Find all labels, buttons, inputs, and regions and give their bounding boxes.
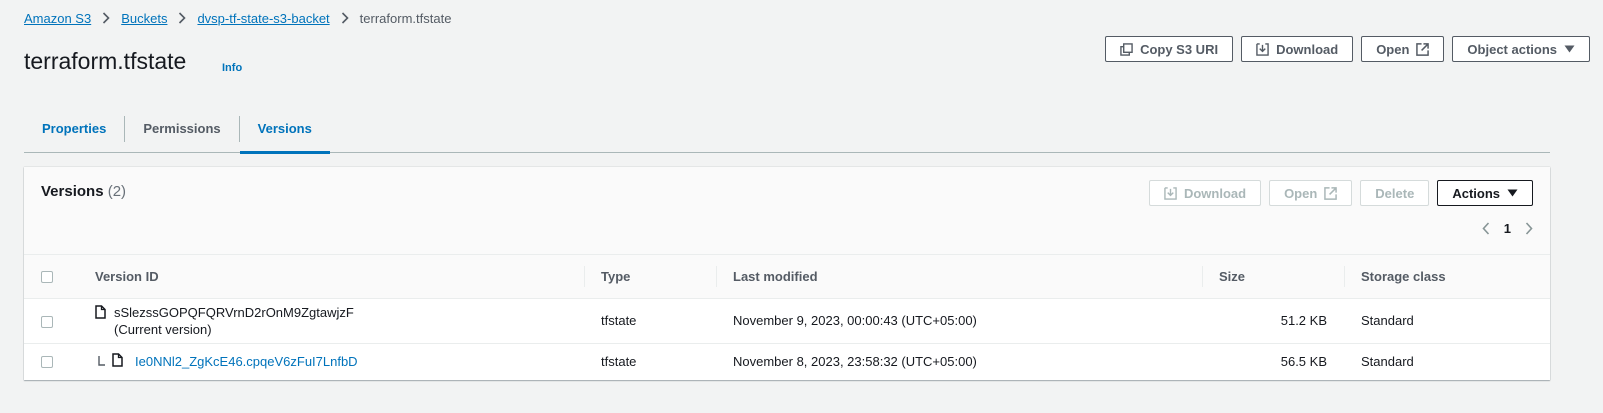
chevron-right-icon	[341, 12, 349, 24]
row-select-cell	[24, 298, 78, 344]
type-cell: tfstate	[601, 353, 637, 369]
storage-class-cell: Standard	[1361, 353, 1414, 369]
download-button[interactable]: Download	[1241, 36, 1354, 62]
object-actions-button[interactable]: Object actions	[1452, 36, 1590, 62]
page-title: terraform.tfstate	[24, 48, 187, 74]
column-last-modified[interactable]: Last modified	[716, 255, 1202, 299]
version-delete-button[interactable]: Delete	[1360, 180, 1430, 206]
object-actions-label: Object actions	[1467, 41, 1557, 57]
external-link-icon	[1324, 186, 1338, 200]
download-icon	[1256, 42, 1269, 56]
version-id-group: Ie0NNl2_ZgKcE46.cpqeV6zFuI7LnfbD	[95, 353, 567, 370]
breadcrumb: Amazon S3 Buckets dvsp-tf-state-s3-backe…	[24, 10, 451, 26]
version-actions-label: Actions	[1452, 185, 1500, 201]
version-download-label: Download	[1183, 185, 1247, 201]
version-delete-label: Delete	[1375, 185, 1415, 201]
versions-title: Versions (2)	[41, 183, 126, 200]
last-modified-cell: November 8, 2023, 23:58:32 (UTC+05:00)	[733, 353, 977, 369]
tab-properties[interactable]: Properties	[24, 105, 124, 152]
file-icon	[95, 304, 106, 322]
version-id-cell: sSlezssGOPQFQRVrnD2rOnM9ZgtawjzF (Curren…	[78, 298, 584, 344]
version-actions-button[interactable]: Actions	[1437, 180, 1533, 206]
version-id-link[interactable]: Ie0NNl2_ZgKcE46.cpqeV6zFuI7LnfbD	[135, 354, 358, 369]
column-type[interactable]: Type	[584, 255, 716, 299]
header-actions: Copy S3 URI Download Open Object actions	[1105, 36, 1590, 62]
table-row[interactable]: Ie0NNl2_ZgKcE46.cpqeV6zFuI7LnfbD tfstate…	[24, 343, 1550, 379]
open-label: Open	[1376, 41, 1410, 57]
page-number[interactable]: 1	[1504, 221, 1511, 236]
current-version-note: (Current version)	[114, 321, 212, 337]
info-link[interactable]: Info	[222, 62, 242, 74]
row-checkbox[interactable]	[41, 356, 53, 369]
chevron-right-icon	[178, 12, 187, 24]
table-row[interactable]: sSlezssGOPQFQRVrnD2rOnM9ZgtawjzF (Curren…	[24, 298, 1550, 344]
select-all-cell	[24, 255, 78, 299]
tab-bar: Properties Permissions Versions	[24, 105, 1550, 154]
copy-s3-uri-button[interactable]: Copy S3 URI	[1105, 36, 1234, 62]
breadcrumb-buckets[interactable]: Buckets	[121, 11, 167, 26]
versions-panel-header: Versions (2) Download Open Delete Action…	[24, 167, 1550, 255]
caret-down-icon	[1507, 189, 1518, 197]
tree-branch-icon	[98, 354, 106, 369]
last-modified-cell: November 9, 2023, 00:00:43 (UTC+05:00)	[716, 298, 1202, 344]
versions-title-text: Versions	[41, 183, 104, 200]
size-cell: 56.5 KB	[1280, 353, 1327, 369]
tab-versions[interactable]: Versions	[239, 105, 331, 154]
type-cell: tfstate	[584, 298, 716, 344]
column-version-id[interactable]: Version ID	[78, 255, 584, 299]
copy-icon	[1120, 42, 1133, 56]
version-id-group: sSlezssGOPQFQRVrnD2rOnM9ZgtawjzF (Curren…	[95, 304, 567, 338]
row-checkbox[interactable]	[41, 315, 53, 328]
open-button[interactable]: Open	[1361, 36, 1445, 62]
download-icon	[1164, 186, 1177, 200]
chevron-right-icon[interactable]	[1525, 222, 1533, 235]
breadcrumb-current: terraform.tfstate	[359, 10, 452, 26]
version-id-text: sSlezssGOPQFQRVrnD2rOnM9ZgtawjzF	[114, 304, 354, 320]
versions-count: (2)	[107, 183, 127, 200]
copy-s3-uri-label: Copy S3 URI	[1140, 41, 1219, 57]
version-download-button[interactable]: Download	[1148, 180, 1262, 206]
chevron-right-icon	[102, 12, 110, 24]
breadcrumb-amazon-s3[interactable]: Amazon S3	[24, 11, 91, 26]
table-header-row: Version ID Type Last modified Size Stora…	[24, 255, 1550, 299]
caret-down-icon	[1564, 45, 1575, 53]
download-label: Download	[1276, 41, 1339, 57]
select-all-checkbox[interactable]	[41, 271, 53, 284]
versions-actions: Download Open Delete Actions	[1148, 180, 1533, 206]
external-link-icon	[1416, 42, 1430, 56]
pagination: 1	[1482, 221, 1533, 236]
version-open-label: Open	[1284, 185, 1318, 201]
version-open-button[interactable]: Open	[1269, 180, 1353, 206]
storage-class-cell: Standard	[1344, 298, 1550, 344]
file-icon	[112, 353, 123, 370]
size-cell: 51.2 KB	[1202, 298, 1344, 344]
row-select-cell	[24, 343, 78, 379]
tab-permissions[interactable]: Permissions	[125, 105, 238, 152]
column-storage-class[interactable]: Storage class	[1344, 255, 1550, 299]
versions-panel: Versions (2) Download Open Delete Action…	[24, 167, 1550, 380]
chevron-left-icon[interactable]	[1482, 222, 1490, 235]
versions-table: Version ID Type Last modified Size Stora…	[24, 255, 1550, 379]
breadcrumb-bucket-name[interactable]: dvsp-tf-state-s3-backet	[197, 11, 329, 26]
column-size[interactable]: Size	[1202, 255, 1344, 299]
version-id-lines: sSlezssGOPQFQRVrnD2rOnM9ZgtawjzF (Curren…	[114, 304, 354, 338]
version-id-cell: Ie0NNl2_ZgKcE46.cpqeV6zFuI7LnfbD	[78, 343, 584, 379]
